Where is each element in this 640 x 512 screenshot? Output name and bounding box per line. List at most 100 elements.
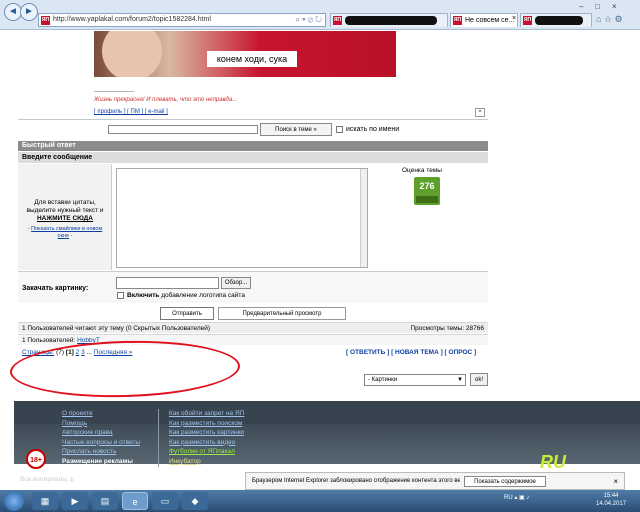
site-favicon-icon: ЯП [523,16,532,25]
divider [18,119,488,120]
search-by-name-label: искать по имени [346,126,400,133]
footer-link-ads[interactable]: Размещение рекламы [62,458,133,465]
footer-note: Все материалы, р [20,476,75,483]
back-arrow-icon: ◄ [8,6,18,17]
clock[interactable]: 15:44 14.04.2017 [596,492,626,508]
footer-link-copyright[interactable]: Авторские права [62,429,113,436]
minimize-button[interactable]: – [579,2,583,11]
footer-link-faq[interactable]: Частые вопросы и ответы [62,439,140,446]
chevron-down-icon: ▼ [457,377,463,383]
forward-arrow-icon: ► [24,6,34,17]
views-text: Просмотры темы: 28766 [410,325,484,332]
tab-title: Не совсем се... [465,17,515,24]
readers-text: 1 Пользователей читают эту тему (0 Скрыт… [22,325,211,332]
forum-jump-ok-button[interactable]: ok! [470,373,488,386]
site-favicon-icon: ЯП [453,16,462,25]
footer-link-search[interactable]: Как разместить поиском [169,420,242,427]
toolbar-icons[interactable]: ⌂ ☆ ⚙ [596,14,623,25]
forum-jump-select[interactable]: - Картинки ▼ [364,374,466,386]
footer-divider [158,409,159,467]
users-prefix: 1 Пользователей: [22,337,76,344]
footer-link-bypass[interactable]: Как обойти запрет на ЯП [169,410,244,417]
footer-link-about[interactable]: О проекте [62,410,93,417]
footer-col-2: Как обойти запрет на ЯП Как разместить п… [169,409,244,466]
start-button[interactable] [4,491,24,511]
page-viewport: конем ходи, сука -------------------- Жи… [0,31,640,464]
upload-label: Закачать картинку: [22,285,89,292]
address-url: http://www.yaplakal.com/forum2/topic1582… [53,16,211,23]
preview-button[interactable]: Предварительный просмотр [218,307,346,320]
forum-jump-value: - Картинки [368,377,398,383]
footer-link-send-news[interactable]: Прислать новость [62,448,116,455]
topic-actions[interactable]: [ ОТВЕТИТЬ ] [ НОВАЯ ТЕМА ] [ ОПРОС ] [346,349,476,356]
site-logo: RU [540,452,566,472]
clock-date: 14.04.2017 [596,501,627,507]
signature-text: Жизнь прекрасна! И плевать, что это непр… [94,97,238,103]
profile-links[interactable]: [ профиль ] [ ПМ ] [ e-mail ] [94,109,168,115]
image-caption: конем ходи, сука [207,51,297,67]
redacted-tab-title [535,16,583,25]
rating-value: 276 [419,181,435,191]
upload-file-input[interactable] [116,277,219,289]
tab-inactive-1[interactable]: ЯП [330,13,448,27]
footer-link-tshirts[interactable]: Футболки от ЯПлакал [169,448,235,455]
logo-label-text: добавление логотипа сайта [161,292,245,299]
search-by-name-checkbox[interactable] [336,126,343,133]
taskbar-files-icon[interactable]: ▤ [92,492,118,510]
site-favicon-icon: ЯП [333,16,342,25]
address-actions-icon[interactable]: ⌕ ▾ ⊘ ↻ [296,15,322,25]
certificate-notification-bar: Браузером Internet Explorer заблокирован… [245,472,625,490]
logo-label: Включить добавление логотипа сайта [127,292,245,299]
age-rating-badge: 18+ [26,449,46,469]
upload-section [18,271,488,303]
topic-search-button[interactable]: Поиск в теме » [260,123,332,136]
footer-link-help[interactable]: Помощь [62,420,87,427]
message-textarea[interactable] [116,168,368,268]
tab-inactive-2[interactable]: ЯП [520,13,592,27]
site-favicon-icon: ЯП [41,16,50,25]
textarea-scrollbar[interactable] [360,169,367,267]
quick-reply-sidebar: Для вставки цитаты, выделите нужный текс… [18,164,112,270]
tab-close-icon[interactable]: × [512,15,516,22]
signature-line: -------------------- [94,89,134,95]
logo-checkbox[interactable] [117,292,124,299]
footer-link-images[interactable]: Как разместить картинки [169,429,244,436]
scroll-top-button[interactable]: ^ [475,108,485,117]
profile-links-text[interactable]: [ профиль ] [ ПМ ] [ e-mail ] [94,109,168,115]
forward-button[interactable]: ► [20,3,38,21]
close-icon[interactable]: × [613,473,618,490]
close-window-button[interactable]: × [612,2,617,11]
quote-link[interactable]: НАЖМИТЕ СЮДА [37,215,93,222]
red-annotation-circle [9,337,241,401]
tab-active[interactable]: ЯП Не совсем се... [450,13,518,27]
notification-text: Браузером Internet Explorer заблокирован… [252,478,460,484]
address-bar[interactable]: ЯП http://www.yaplakal.com/forum2/topic1… [38,13,326,27]
footer-link-video[interactable]: Как разместить видео [169,439,235,446]
smiles-link-wrap: - Показать смайлики в новом окне - [27,226,103,239]
taskbar-pdf-icon[interactable]: ◆ [182,492,208,510]
clock-time: 15:44 [603,493,619,499]
quick-reply-header: Быстрый ответ [18,141,488,151]
browse-button[interactable]: Обзор... [221,277,251,289]
footer-col-1: О проекте Помощь Авторские права Частые … [62,409,140,466]
quote-hint-text: Для вставки цитаты, выделите нужный текс… [26,199,104,214]
taskbar-folder-icon[interactable]: ▭ [152,492,178,510]
taskbar-media-icon[interactable]: ▶ [62,492,88,510]
system-tray[interactable]: RU ▴ ▣ ♪ [504,494,529,501]
send-button[interactable]: Отправить [160,307,214,320]
quote-hint: Для вставки цитаты, выделите нужный текс… [22,199,108,223]
language-indicator[interactable]: RU [504,495,513,501]
maximize-button[interactable]: □ [595,2,600,11]
logo-label-bold: Включить [127,292,160,299]
footer-link-incubator[interactable]: Инкубатор [169,458,201,465]
rating-label: Оценка темы [402,167,442,174]
taskbar-ie-icon[interactable]: e [122,492,148,510]
taskbar-explorer-icon[interactable]: ▦ [32,492,58,510]
quick-reply-subheader: Введите сообщение [18,152,488,163]
post-image: конем ходи, сука [94,31,396,77]
show-content-button[interactable]: Показать содержимое [464,476,546,487]
topic-search-input[interactable] [108,125,258,134]
readers-row: 1 Пользователей читают эту тему (0 Скрыт… [18,322,488,333]
show-smiles-link[interactable]: Показать смайлики в новом окне [31,226,102,239]
rating-vote-buttons[interactable] [416,196,438,203]
